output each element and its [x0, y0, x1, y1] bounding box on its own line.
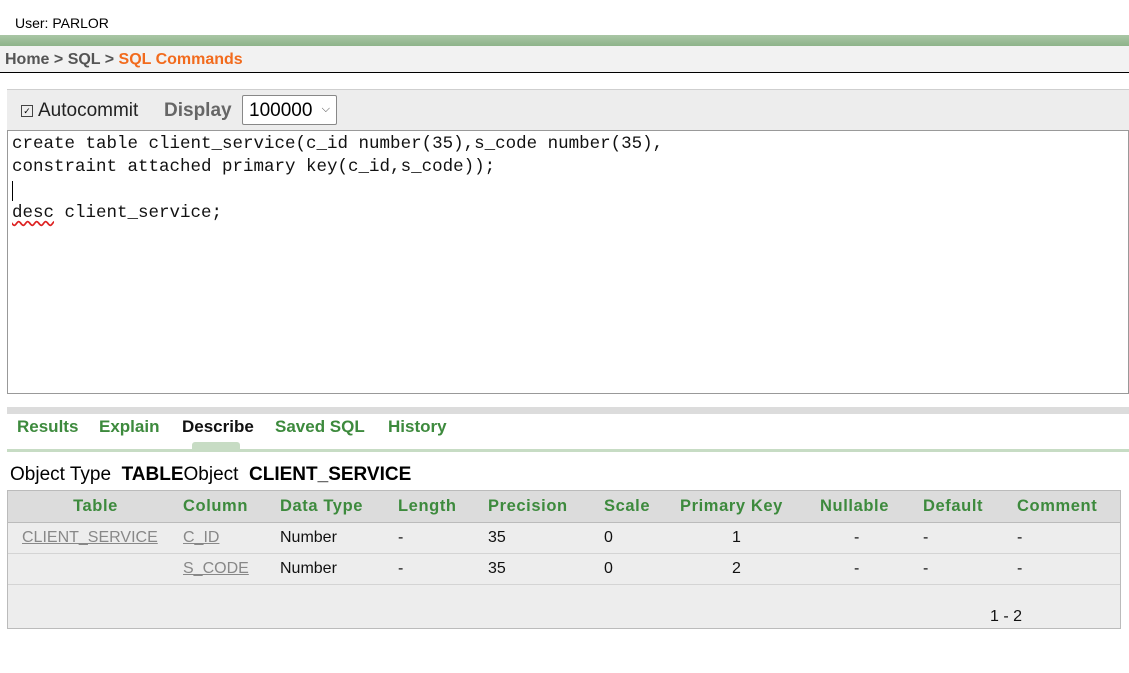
column-header: Default — [923, 491, 1017, 523]
table-cell: - — [398, 522, 488, 554]
breadcrumb-bar: Home > SQL > SQL Commands — [0, 46, 1129, 73]
tab-saved-sql[interactable]: Saved SQL — [275, 417, 365, 437]
display-select-value: 100000 — [249, 100, 313, 121]
column-header: Precision — [488, 491, 604, 523]
table-row: S_CODE Number - 35 0 2 - - - — [8, 553, 1120, 585]
object-info: Object Type TABLEObject CLIENT_SERVICE — [10, 464, 411, 486]
tabs-underline — [7, 449, 1129, 452]
table-cell: - — [923, 553, 1017, 585]
describe-results: Table Column Data Type Length Precision … — [7, 490, 1121, 629]
table-cell: - — [820, 553, 923, 585]
table-cell: 1 — [680, 522, 820, 554]
object-type-label: Object Type — [10, 464, 112, 485]
display-rows-select[interactable]: 100000 ⌵ — [242, 95, 337, 125]
column-header: Length — [398, 491, 488, 523]
pagination-label: 1 - 2 — [990, 608, 1023, 625]
table-name-link[interactable]: CLIENT_SERVICE — [22, 529, 158, 546]
table-header-row: Table Column Data Type Length Precision … — [8, 491, 1120, 523]
describe-table: Table Column Data Type Length Precision … — [8, 491, 1120, 585]
column-header: Comment — [1017, 491, 1120, 523]
object-name-value: CLIENT_SERVICE — [249, 464, 412, 485]
table-cell: 35 — [488, 553, 604, 585]
column-name-link[interactable]: C_ID — [183, 529, 219, 546]
table-row: CLIENT_SERVICE C_ID Number - 35 0 1 - - … — [8, 522, 1120, 554]
table-cell: - — [923, 522, 1017, 554]
tab-explain[interactable]: Explain — [99, 417, 159, 437]
sql-editor[interactable]: create table client_service(c_id number(… — [7, 130, 1129, 394]
table-cell: - — [1017, 522, 1120, 554]
chevron-down-icon: ⌵ — [321, 103, 330, 115]
table-cell: Number — [280, 553, 398, 585]
column-header: Column — [183, 491, 280, 523]
user-label: User: PARLOR — [15, 15, 109, 31]
table-cell: Number — [280, 522, 398, 554]
tab-history[interactable]: History — [388, 417, 447, 437]
code-line: desc client_service; — [12, 203, 222, 223]
breadcrumb-separator: > — [100, 51, 119, 68]
breadcrumb-sql[interactable]: SQL — [68, 51, 101, 68]
code-line: create table client_service(c_id number(… — [12, 134, 664, 154]
result-tabs: Results Explain Describe Saved SQL Histo… — [7, 414, 1129, 452]
breadcrumb-home[interactable]: Home — [5, 51, 49, 68]
table-cell: 35 — [488, 522, 604, 554]
column-header: Nullable — [820, 491, 923, 523]
breadcrumb-current: SQL Commands — [118, 51, 243, 68]
table-cell — [8, 553, 183, 585]
pane-splitter[interactable] — [7, 407, 1129, 414]
spellcheck-word: desc — [12, 203, 55, 223]
code-text: client_service; — [54, 203, 223, 223]
column-header: Data Type — [280, 491, 398, 523]
column-header: Scale — [604, 491, 680, 523]
breadcrumb-separator: > — [49, 51, 68, 68]
column-header: Table — [8, 491, 183, 523]
autocommit-label[interactable]: Autocommit — [38, 100, 138, 122]
text-cursor — [12, 181, 13, 201]
table-cell: 2 — [680, 553, 820, 585]
table-cell: - — [398, 553, 488, 585]
table-cell: 0 — [604, 522, 680, 554]
tab-results[interactable]: Results — [17, 417, 78, 437]
object-type-value: TABLE — [121, 464, 184, 485]
tab-describe[interactable]: Describe — [182, 417, 254, 437]
table-cell: - — [1017, 553, 1120, 585]
column-header: Primary Key — [680, 491, 820, 523]
display-label: Display — [164, 100, 232, 121]
table-cell: - — [820, 522, 923, 554]
column-name-link[interactable]: S_CODE — [183, 560, 249, 577]
object-label: Object — [183, 464, 239, 485]
sql-toolbar: ✓ Autocommit Display 100000 ⌵ — [7, 89, 1129, 130]
active-tab-indicator — [192, 442, 240, 451]
breadcrumb: Home > SQL > SQL Commands — [5, 51, 243, 69]
header-bar — [0, 35, 1129, 46]
autocommit-checkbox[interactable]: ✓ — [21, 105, 33, 117]
table-cell: 0 — [604, 553, 680, 585]
code-line: constraint attached primary key(c_id,s_c… — [12, 157, 496, 177]
